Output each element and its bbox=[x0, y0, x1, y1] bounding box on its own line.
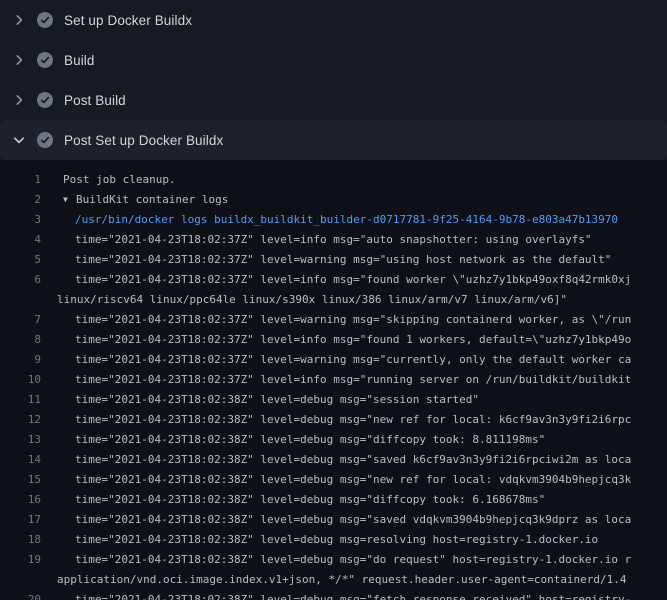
step-label: Build bbox=[64, 53, 95, 68]
log-row: 7 time="2021-04-23T18:02:37Z" level=warn… bbox=[0, 310, 667, 330]
log-text: time="2021-04-23T18:02:37Z" level=info m… bbox=[75, 370, 631, 390]
step-label: Post Build bbox=[64, 93, 126, 108]
log-row: 12 time="2021-04-23T18:02:38Z" level=deb… bbox=[0, 410, 667, 430]
line-number[interactable]: 10 bbox=[0, 370, 41, 390]
log-text: time="2021-04-23T18:02:38Z" level=debug … bbox=[75, 410, 631, 430]
line-number[interactable]: 11 bbox=[0, 390, 41, 410]
check-circle-icon bbox=[37, 92, 53, 108]
line-number[interactable]: 19 bbox=[0, 550, 41, 570]
line-number[interactable]: 1 bbox=[0, 170, 41, 190]
line-number[interactable]: 4 bbox=[0, 230, 41, 250]
line-number[interactable]: 20 bbox=[0, 590, 41, 600]
log-output: 1 Post job cleanup. 2 ▼ BuildKit contain… bbox=[0, 160, 667, 600]
steps-list: Set up Docker Buildx Build bbox=[0, 0, 667, 160]
check-circle-icon bbox=[37, 52, 53, 68]
line-number[interactable] bbox=[0, 570, 41, 590]
log-text: time="2021-04-23T18:02:38Z" level=debug … bbox=[75, 430, 545, 450]
step-row-set-up-docker-buildx[interactable]: Set up Docker Buildx bbox=[0, 0, 667, 40]
step-label: Set up Docker Buildx bbox=[64, 13, 192, 28]
line-number[interactable]: 15 bbox=[0, 470, 41, 490]
log-row: application/vnd.oci.image.index.v1+json,… bbox=[0, 570, 667, 590]
log-row[interactable]: 2 ▼ BuildKit container logs bbox=[0, 190, 667, 210]
log-row: linux/riscv64 linux/ppc64le linux/s390x … bbox=[0, 290, 667, 310]
log-text: time="2021-04-23T18:02:38Z" level=debug … bbox=[75, 390, 479, 410]
line-number[interactable]: 8 bbox=[0, 330, 41, 350]
step-row-post-set-up-docker-buildx[interactable]: Post Set up Docker Buildx bbox=[0, 120, 667, 160]
log-row: 17 time="2021-04-23T18:02:38Z" level=deb… bbox=[0, 510, 667, 530]
line-number[interactable]: 7 bbox=[0, 310, 41, 330]
log-row: 13 time="2021-04-23T18:02:38Z" level=deb… bbox=[0, 430, 667, 450]
log-text: time="2021-04-23T18:02:38Z" level=debug … bbox=[75, 450, 631, 470]
line-number[interactable]: 17 bbox=[0, 510, 41, 530]
group-collapse-marker: ▼ bbox=[63, 190, 76, 210]
step-row-build[interactable]: Build bbox=[0, 40, 667, 80]
log-row: 9 time="2021-04-23T18:02:37Z" level=warn… bbox=[0, 350, 667, 370]
log-text: time="2021-04-23T18:02:37Z" level=warnin… bbox=[75, 250, 611, 270]
line-number[interactable]: 5 bbox=[0, 250, 41, 270]
log-row: 16 time="2021-04-23T18:02:38Z" level=deb… bbox=[0, 490, 667, 510]
line-number[interactable]: 18 bbox=[0, 530, 41, 550]
workflow-logs-panel: { "colors": { "page_bg": "#0d1117", "ste… bbox=[0, 0, 667, 600]
log-row: 14 time="2021-04-23T18:02:38Z" level=deb… bbox=[0, 450, 667, 470]
log-text: linux/riscv64 linux/ppc64le linux/s390x … bbox=[57, 290, 567, 310]
line-number[interactable]: 2 bbox=[0, 190, 41, 210]
line-number[interactable]: 12 bbox=[0, 410, 41, 430]
check-circle-icon bbox=[37, 12, 53, 28]
log-text: Post job cleanup. bbox=[63, 170, 176, 190]
log-text: application/vnd.oci.image.index.v1+json,… bbox=[57, 570, 627, 590]
log-text: /usr/bin/docker logs buildx_buildkit_bui… bbox=[75, 210, 618, 230]
log-text: time="2021-04-23T18:02:38Z" level=debug … bbox=[75, 590, 631, 600]
log-row: 5 time="2021-04-23T18:02:37Z" level=warn… bbox=[0, 250, 667, 270]
log-text: time="2021-04-23T18:02:38Z" level=debug … bbox=[75, 490, 545, 510]
log-row: 11 time="2021-04-23T18:02:38Z" level=deb… bbox=[0, 390, 667, 410]
log-row: 1 Post job cleanup. bbox=[0, 170, 667, 190]
log-text: time="2021-04-23T18:02:38Z" level=debug … bbox=[75, 510, 631, 530]
log-text: time="2021-04-23T18:02:38Z" level=debug … bbox=[75, 550, 631, 570]
log-text: time="2021-04-23T18:02:37Z" level=info m… bbox=[75, 330, 631, 350]
chevron-right-icon bbox=[11, 92, 27, 108]
log-row: 18 time="2021-04-23T18:02:38Z" level=deb… bbox=[0, 530, 667, 550]
log-row: 6 time="2021-04-23T18:02:37Z" level=info… bbox=[0, 270, 667, 290]
check-circle-icon bbox=[37, 132, 53, 148]
log-text: time="2021-04-23T18:02:37Z" level=info m… bbox=[75, 230, 592, 250]
line-number[interactable]: 6 bbox=[0, 270, 41, 290]
line-number[interactable] bbox=[0, 290, 41, 310]
line-number[interactable]: 9 bbox=[0, 350, 41, 370]
log-text: BuildKit container logs bbox=[76, 190, 228, 210]
log-row: 10 time="2021-04-23T18:02:37Z" level=inf… bbox=[0, 370, 667, 390]
chevron-right-icon bbox=[11, 52, 27, 68]
log-row: 8 time="2021-04-23T18:02:37Z" level=info… bbox=[0, 330, 667, 350]
log-row: 3 /usr/bin/docker logs buildx_buildkit_b… bbox=[0, 210, 667, 230]
line-number[interactable]: 3 bbox=[0, 210, 41, 230]
log-row: 15 time="2021-04-23T18:02:38Z" level=deb… bbox=[0, 470, 667, 490]
log-text: time="2021-04-23T18:02:37Z" level=info m… bbox=[75, 270, 631, 290]
line-number[interactable]: 14 bbox=[0, 450, 41, 470]
log-row: 4 time="2021-04-23T18:02:37Z" level=info… bbox=[0, 230, 667, 250]
log-text: time="2021-04-23T18:02:38Z" level=debug … bbox=[75, 530, 598, 550]
log-text: time="2021-04-23T18:02:37Z" level=warnin… bbox=[75, 350, 631, 370]
step-label: Post Set up Docker Buildx bbox=[64, 133, 223, 148]
line-number[interactable]: 13 bbox=[0, 430, 41, 450]
chevron-right-icon bbox=[11, 12, 27, 28]
log-row: 20 time="2021-04-23T18:02:38Z" level=deb… bbox=[0, 590, 667, 600]
step-row-post-build[interactable]: Post Build bbox=[0, 80, 667, 120]
chevron-down-icon bbox=[11, 132, 27, 148]
line-number[interactable]: 16 bbox=[0, 490, 41, 510]
log-text: time="2021-04-23T18:02:37Z" level=warnin… bbox=[75, 310, 631, 330]
log-text: time="2021-04-23T18:02:38Z" level=debug … bbox=[75, 470, 631, 490]
log-row: 19 time="2021-04-23T18:02:38Z" level=deb… bbox=[0, 550, 667, 570]
